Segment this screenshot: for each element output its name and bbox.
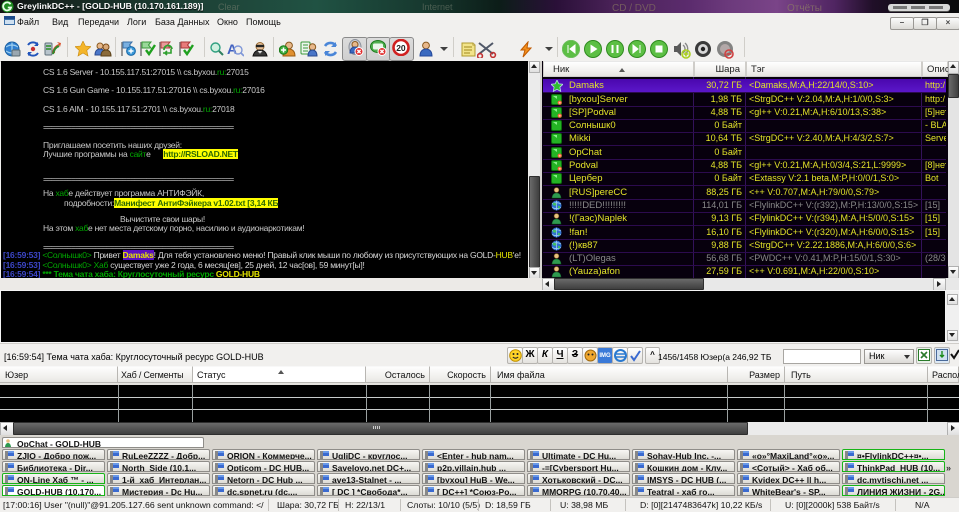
svg-text:20: 20	[396, 43, 406, 53]
svg-text:A: A	[227, 41, 237, 57]
